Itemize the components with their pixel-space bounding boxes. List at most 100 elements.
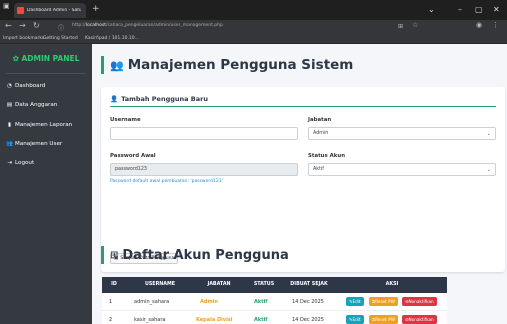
reload-icon[interactable]: ↻ xyxy=(33,21,40,30)
sidebar-item-manajemen-laporan[interactable]: ▮ Manajemen Laporan xyxy=(6,118,90,131)
cell-jabatan: Admin xyxy=(200,299,218,305)
col-status: STATUS xyxy=(253,282,275,287)
reset-password-button[interactable]: ⚿ Reset PW xyxy=(369,315,398,324)
sidebar-item-label: Manajemen User xyxy=(15,140,63,147)
col-jabatan: JABATAN xyxy=(207,282,231,287)
password-label: Password Awal xyxy=(110,153,156,159)
back-icon[interactable]: ← xyxy=(5,21,12,30)
cell-created: 14 Dec 2025 xyxy=(292,299,324,305)
file-icon: ▤ xyxy=(6,101,13,108)
table-header: ID USERNAME JABATAN STATUS DIBUAT SEJAK … xyxy=(102,277,447,293)
cell-status: Aktif xyxy=(254,299,268,305)
deactivate-button[interactable]: ⊘ Nonaktifkan xyxy=(402,297,437,306)
browser-titlebar: ▣ Dashboard Admin - Sahara × + ⌄ – ▢ ✕ xyxy=(0,0,507,20)
sidebar-divider xyxy=(6,73,86,74)
maximize-icon[interactable]: ▢ xyxy=(475,5,483,14)
cell-id: 2 xyxy=(109,317,113,323)
cell-username: admin_sahara xyxy=(134,299,170,305)
gauge-icon: ◔ xyxy=(7,82,12,89)
jabatan-value: Admin xyxy=(313,131,329,136)
bookmark-star-icon[interactable]: ☆ xyxy=(412,21,418,29)
reset-label: Reset PW xyxy=(375,299,395,304)
user-plus-icon: 👤 xyxy=(110,95,119,103)
bookmark-import[interactable]: Import bookmarks... xyxy=(3,36,49,41)
sidebar-item-label: Dashboard xyxy=(15,82,46,89)
cell-status: Aktif xyxy=(254,317,268,323)
cell-created: 14 Dec 2025 xyxy=(292,317,324,323)
col-username: USERNAME xyxy=(144,282,176,287)
cell-username: kasir_sahara xyxy=(134,317,166,323)
bookmark-getting-started[interactable]: Getting Started xyxy=(43,36,78,41)
edit-button[interactable]: ✎ Edit xyxy=(346,297,364,306)
card-heading-text: Tambah Pengguna Baru xyxy=(121,95,208,103)
sidebar-item-manajemen-user[interactable]: 👥 Manajemen User xyxy=(6,137,90,150)
logout-icon: ⇥ xyxy=(7,159,12,166)
user-list-title-text: Daftar Akun Pengguna xyxy=(122,247,289,263)
sidebar-item-dashboard[interactable]: ◔ Dashboard xyxy=(6,79,90,92)
sidebar-item-logout[interactable]: ⇥ Logout xyxy=(6,156,90,169)
status-value: Aktif xyxy=(313,167,324,172)
cell-jabatan: Kepala Divisi xyxy=(196,317,233,323)
sidebar-item-label: Data Anggaran xyxy=(15,101,58,108)
edit-button[interactable]: ✎ Edit xyxy=(346,315,364,324)
page-title: 👥 Manajemen Pengguna Sistem xyxy=(101,56,353,74)
username-label: Username xyxy=(110,117,141,123)
cell-id: 1 xyxy=(109,299,113,305)
bookmarks-bar: Import bookmarks... Getting Started Kasi… xyxy=(0,34,507,44)
password-hint: Password default awal pembuatan: 'passwo… xyxy=(110,179,223,184)
tab-title: Dashboard Admin - Sahara × xyxy=(27,8,81,13)
edit-label: Edit xyxy=(352,299,361,304)
card-divider xyxy=(110,106,496,107)
deactivate-label: Nonaktifkan xyxy=(408,317,434,322)
profile-icon[interactable]: ◉ xyxy=(476,21,482,29)
status-label: Status Akun xyxy=(308,153,346,159)
report-icon: ▮ xyxy=(7,121,12,128)
browser-menu-icon[interactable]: ▣ xyxy=(3,2,10,10)
brand-label: ADMIN PANEL xyxy=(21,54,80,63)
password-input[interactable]: password123 xyxy=(110,163,298,176)
sidebar: ✿ ADMIN PANEL ◔ Dashboard ▤ Data Anggaran … xyxy=(0,44,92,324)
bookmark-kasir[interactable]: Kasirñpad / 101.10.10... xyxy=(85,36,139,41)
favicon-icon xyxy=(17,7,24,14)
main-content: 👥 Manajemen Pengguna Sistem 👤 Tambah Pen… xyxy=(92,44,507,324)
sidebar-item-label: Manajemen Laporan xyxy=(15,121,73,128)
url-field[interactable]: http://localhost/sahara_pengeluaran/admi… xyxy=(72,23,223,28)
forward-icon[interactable]: → xyxy=(19,21,26,30)
reset-label: Reset PW xyxy=(375,317,395,322)
col-created: DIBUAT SEJAK xyxy=(290,282,328,287)
chevron-down-icon: ⌄ xyxy=(486,167,491,173)
user-list-title: ⊞ Daftar Akun Pengguna xyxy=(101,246,289,264)
translate-icon[interactable]: ⊞ xyxy=(398,23,403,30)
username-input[interactable] xyxy=(110,127,298,140)
status-select[interactable]: Aktif ⌄ xyxy=(308,163,496,176)
jabatan-select[interactable]: Admin ⌄ xyxy=(308,127,496,140)
browser-tab[interactable]: Dashboard Admin - Sahara × xyxy=(14,3,86,18)
sidebar-brand: ✿ ADMIN PANEL xyxy=(0,54,92,63)
col-id: ID xyxy=(111,282,117,287)
users-icon: 👥 xyxy=(6,140,13,147)
col-actions: AKSI xyxy=(385,282,399,287)
deactivate-label: Nonaktifkan xyxy=(408,299,434,304)
table-row: 2 kasir_sahara Kepala Divisi Aktif 14 De… xyxy=(102,311,447,324)
chevron-down-icon: ⌄ xyxy=(486,131,491,137)
table-icon: ⊞ xyxy=(110,249,119,261)
minimize-icon[interactable]: – xyxy=(458,5,462,14)
extensions-icon[interactable]: ⋮ xyxy=(492,21,499,29)
deactivate-button[interactable]: ⊘ Nonaktifkan xyxy=(402,315,437,324)
tab-list-icon[interactable]: ⌄ xyxy=(428,5,435,14)
add-user-card: 👤 Tambah Pengguna Baru Username Jabatan … xyxy=(101,87,505,272)
address-bar: ← → ↻ ⓘ http://localhost/sahara_pengelua… xyxy=(0,20,507,34)
page-title-text: Manajemen Pengguna Sistem xyxy=(127,57,354,73)
url-prefix: http:// xyxy=(72,23,86,28)
new-tab-icon[interactable]: + xyxy=(92,4,100,14)
close-window-icon[interactable]: ✕ xyxy=(493,5,500,14)
password-value: password123 xyxy=(115,167,147,172)
edit-label: Edit xyxy=(352,317,361,322)
sidebar-item-label: Logout xyxy=(15,159,35,166)
sidebar-item-data-anggaran[interactable]: ▤ Data Anggaran xyxy=(6,98,90,111)
reset-password-button[interactable]: ⚿ Reset PW xyxy=(369,297,398,306)
table-row: 1 admin_sahara Admin Aktif 14 Dec 2025 ✎… xyxy=(102,293,447,311)
jabatan-label: Jabatan xyxy=(308,117,332,123)
card-heading: 👤 Tambah Pengguna Baru xyxy=(110,95,208,103)
site-info-icon[interactable]: ⓘ xyxy=(58,23,64,32)
